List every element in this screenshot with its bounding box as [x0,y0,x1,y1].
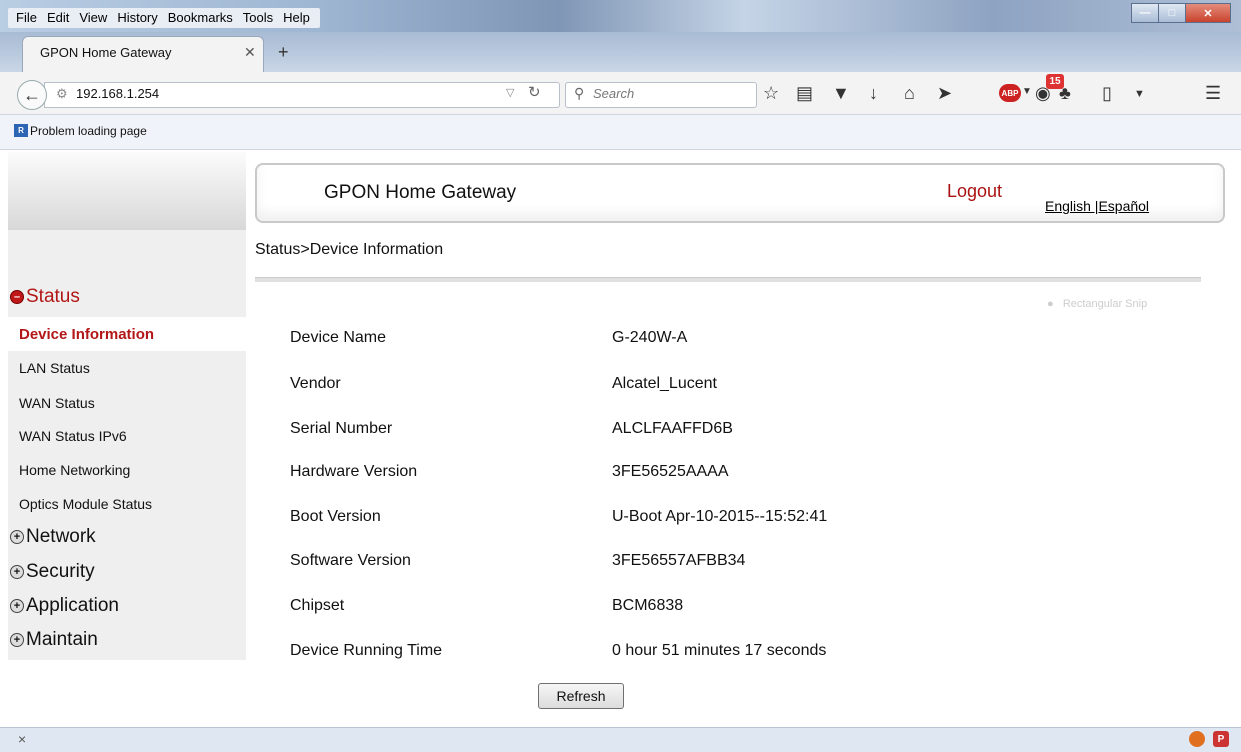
url-text[interactable]: 192.168.1.254 [76,86,159,101]
info-value-vendor: Alcatel_Lucent [612,375,717,392]
page-title: GPON Home Gateway [324,182,517,203]
overflow-dropdown-icon[interactable]: ▼ [1134,88,1145,100]
sidebar-item-device-information[interactable]: Device Information [19,326,154,343]
info-value-software-version: 3FE56557AFBB34 [612,552,746,569]
sidebar-section-network[interactable]: + Network [10,526,96,548]
snip-overlay-label: Rectangular Snip [1062,298,1148,310]
breadcrumb: Status>Device Information [255,241,444,258]
sidebar-item-home-networking[interactable]: Home Networking [19,462,130,478]
sidebar-section-label: Security [26,561,95,582]
expand-icon: + [10,599,24,613]
window-controls: — □ ✕ [1131,3,1231,23]
lang-spanish-link[interactable]: Español [1098,198,1149,214]
tab-title: GPON Home Gateway [40,45,172,60]
info-label-software-version: Software Version [290,552,411,569]
notification-badge: 15 [1046,74,1064,89]
menu-help[interactable]: Help [279,8,314,28]
sidebar-item-wan-status[interactable]: WAN Status [19,395,95,411]
sidebar-item-optics-module-status[interactable]: Optics Module Status [19,496,152,512]
info-value-hardware-version: 3FE56525AAAA [612,463,729,480]
minimize-button[interactable]: — [1131,3,1159,23]
hamburger-menu-icon[interactable]: ☰ [1205,83,1221,104]
info-value-device-name: G-240W-A [612,329,688,346]
adblock-icon[interactable]: ABP [999,84,1021,102]
info-label-chipset: Chipset [290,597,345,614]
info-label-running-time: Device Running Time [290,642,443,659]
menu-file[interactable]: File [12,8,41,28]
reading-list-icon[interactable]: ▤ [796,83,813,104]
collapse-icon: – [10,290,24,304]
firefox-icon[interactable] [1189,731,1205,747]
maximize-button[interactable]: □ [1158,3,1186,23]
menu-history[interactable]: History [113,8,161,28]
globe-icon: ⚙ [56,86,68,101]
pdf-icon[interactable]: P [1213,731,1229,747]
reload-icon[interactable]: ↻ [528,83,541,101]
info-label-serial-number: Serial Number [290,420,393,437]
info-label-boot-version: Boot Version [290,508,381,525]
menu-view[interactable]: View [75,8,111,28]
clipboard-icon[interactable]: ▯ [1102,83,1112,104]
adblock-dropdown-icon[interactable]: ▼ [1022,86,1032,97]
sidebar-item-lan-status[interactable]: LAN Status [19,360,90,376]
sidebar-section-label: Maintain [26,629,98,650]
info-label-hardware-version: Hardware Version [290,463,418,480]
info-value-boot-version: U-Boot Apr-10-2015--15:52:41 [612,508,828,525]
expand-icon: + [10,565,24,579]
sidebar-spacer [8,230,246,286]
info-value-running-time: 0 hour 51 minutes 17 seconds [612,642,827,659]
info-label-vendor: Vendor [290,375,341,392]
download-icon[interactable]: ↓ [869,83,878,104]
menu-bar: File Edit View History Bookmarks Tools H… [8,8,320,28]
info-value-serial-number: ALCLFAAFFD6B [612,420,733,437]
browser-status-bar [0,727,1241,752]
sidebar-section-label: Network [26,526,96,547]
search-icon: ⚲ [574,85,585,101]
logout-link[interactable]: Logout [947,181,1002,202]
sidebar-item-wan-status-ipv6[interactable]: WAN Status IPv6 [19,428,127,444]
refresh-button[interactable]: Refresh [538,683,624,709]
home-icon[interactable]: ⌂ [904,83,915,104]
sidebar-header [8,152,246,230]
search-placeholder: Search [593,86,635,101]
pocket-icon[interactable]: ▼ [832,83,850,104]
back-button[interactable]: ← [17,80,47,110]
send-icon[interactable]: ➤ [937,83,952,104]
language-switcher: English |Español [1045,198,1149,214]
sidebar-section-security[interactable]: + Security [10,561,95,583]
sidebar-section-status[interactable]: – Status [10,286,80,308]
close-icon[interactable]: × [18,731,26,747]
sidebar-section-maintain[interactable]: + Maintain [10,629,98,651]
expand-icon: + [10,633,24,647]
info-value-chipset: BCM6838 [612,597,684,614]
sidebar-section-application[interactable]: + Application [10,595,119,617]
snip-overlay: ● Rectangular Snip [1047,298,1148,310]
info-label-device-name: Device Name [290,329,387,346]
url-dropdown-icon[interactable]: ▽ [506,86,514,99]
new-tab-icon[interactable]: + [278,42,289,63]
bookmark-favicon-icon: R [14,124,28,137]
divider [255,277,1201,282]
bookmark-item[interactable]: Problem loading page [30,124,147,138]
bookmark-star-icon[interactable]: ☆ [763,83,779,104]
menu-tools[interactable]: Tools [239,8,277,28]
close-window-button[interactable]: ✕ [1185,3,1231,23]
expand-icon: + [10,530,24,544]
sidebar-section-label: Application [26,595,119,616]
tab-close-icon[interactable]: ✕ [244,44,256,61]
lang-english-link[interactable]: English [1045,198,1091,214]
menu-edit[interactable]: Edit [43,8,73,28]
bookmarks-bar [0,115,1241,150]
sidebar-section-label: Status [26,286,80,307]
menu-bookmarks[interactable]: Bookmarks [164,8,237,28]
